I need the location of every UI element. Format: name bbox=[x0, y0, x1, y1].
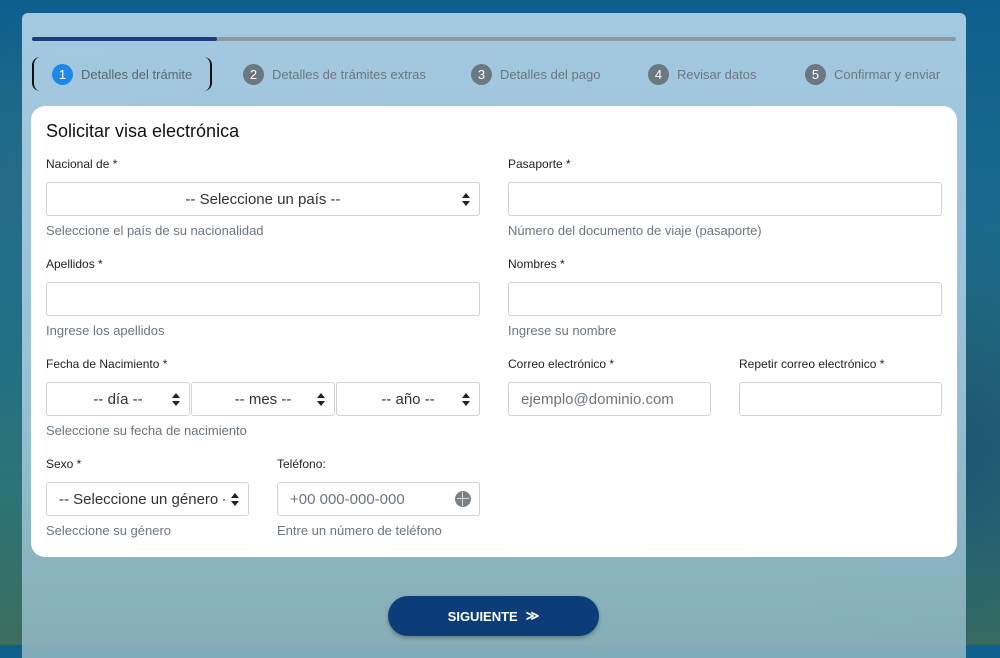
phone-help: Entre un número de teléfono bbox=[277, 523, 442, 538]
step-label: Detalles de trámites extras bbox=[272, 66, 426, 82]
step-indicator: 1 Detalles del trámite 2 Detalles de trá… bbox=[32, 57, 956, 91]
birthdate-help: Seleccione su fecha de nacimiento bbox=[46, 423, 247, 438]
step-label: Confirmar y enviar bbox=[834, 66, 941, 82]
names-help: Ingrese su nombre bbox=[508, 323, 617, 338]
names-label: Nombres * bbox=[508, 257, 565, 271]
sex-value: -- Seleccione un género -- bbox=[59, 490, 233, 508]
step-1[interactable]: 1 Detalles del trámite bbox=[32, 57, 213, 91]
birth-day-select[interactable]: -- día -- bbox=[46, 382, 190, 416]
email-repeat-field[interactable] bbox=[739, 382, 942, 416]
step-5[interactable]: 5 Confirmar y enviar bbox=[805, 57, 940, 91]
step-label: Detalles del trámite bbox=[81, 66, 193, 82]
phone-placeholder: +00 000-000-000 bbox=[290, 490, 405, 508]
sex-select[interactable]: -- Seleccione un género -- bbox=[46, 482, 249, 516]
step-number: 4 bbox=[648, 63, 669, 85]
sex-label: Sexo * bbox=[46, 457, 82, 471]
nationality-select[interactable]: -- Seleccione un país -- bbox=[46, 182, 480, 216]
birth-year-value: -- año -- bbox=[381, 390, 435, 408]
progress-fill bbox=[32, 37, 217, 41]
step-4[interactable]: 4 Revisar datos bbox=[648, 57, 756, 91]
next-button[interactable]: SIGUIENTE ≫ bbox=[388, 596, 599, 636]
caret-updown-icon bbox=[462, 193, 470, 206]
birth-day-value: -- día -- bbox=[93, 390, 143, 408]
birth-year-select[interactable]: -- año -- bbox=[336, 382, 480, 416]
email-field[interactable]: ejemplo@dominio.com bbox=[508, 382, 711, 416]
caret-updown-icon bbox=[172, 393, 180, 406]
phone-field[interactable]: +00 000-000-000 bbox=[277, 482, 480, 516]
caret-updown-icon bbox=[231, 493, 239, 506]
step-number: 3 bbox=[471, 63, 492, 85]
step-number: 2 bbox=[243, 63, 264, 85]
step-2[interactable]: 2 Detalles de trámites extras bbox=[243, 57, 426, 91]
caret-updown-icon bbox=[317, 393, 325, 406]
nationality-value: -- Seleccione un país -- bbox=[185, 190, 341, 208]
step-label: Detalles del pago bbox=[500, 66, 601, 82]
caret-updown-icon bbox=[462, 393, 470, 406]
surnames-help: Ingrese los apellidos bbox=[46, 323, 165, 338]
nationality-help: Seleccione el país de su nacionalidad bbox=[46, 223, 264, 238]
nationality-label: Nacional de * bbox=[46, 157, 118, 171]
globe-icon[interactable] bbox=[455, 491, 471, 507]
surnames-input[interactable] bbox=[46, 282, 480, 316]
birthdate-label: Fecha de Nacimiento * bbox=[46, 357, 168, 371]
email-repeat-label: Repetir correo electrónico * bbox=[739, 357, 885, 371]
double-chevron-right-icon: ≫ bbox=[525, 608, 540, 623]
next-button-label: SIGUIENTE bbox=[447, 608, 518, 624]
passport-help: Número del documento de viaje (pasaporte… bbox=[508, 223, 762, 238]
step-number: 1 bbox=[52, 63, 73, 85]
form-card: Solicitar visa electrónica Nacional de *… bbox=[31, 106, 957, 557]
names-input[interactable] bbox=[508, 282, 942, 316]
progress-bar bbox=[32, 37, 956, 41]
birth-month-value: -- mes -- bbox=[234, 390, 292, 408]
surnames-label: Apellidos * bbox=[46, 257, 103, 271]
form-title: Solicitar visa electrónica bbox=[46, 121, 240, 141]
step-label: Revisar datos bbox=[677, 66, 757, 82]
passport-input[interactable] bbox=[508, 182, 942, 216]
sex-help: Seleccione su género bbox=[46, 523, 172, 538]
step-number: 5 bbox=[805, 63, 826, 85]
passport-label: Pasaporte * bbox=[508, 157, 571, 171]
wizard-panel: 1 Detalles del trámite 2 Detalles de trá… bbox=[22, 13, 966, 658]
step-3[interactable]: 3 Detalles del pago bbox=[471, 57, 600, 91]
email-placeholder: ejemplo@dominio.com bbox=[521, 390, 674, 408]
phone-label: Teléfono: bbox=[277, 457, 326, 471]
email-label: Correo electrónico * bbox=[508, 357, 615, 371]
birth-month-select[interactable]: -- mes -- bbox=[191, 382, 335, 416]
